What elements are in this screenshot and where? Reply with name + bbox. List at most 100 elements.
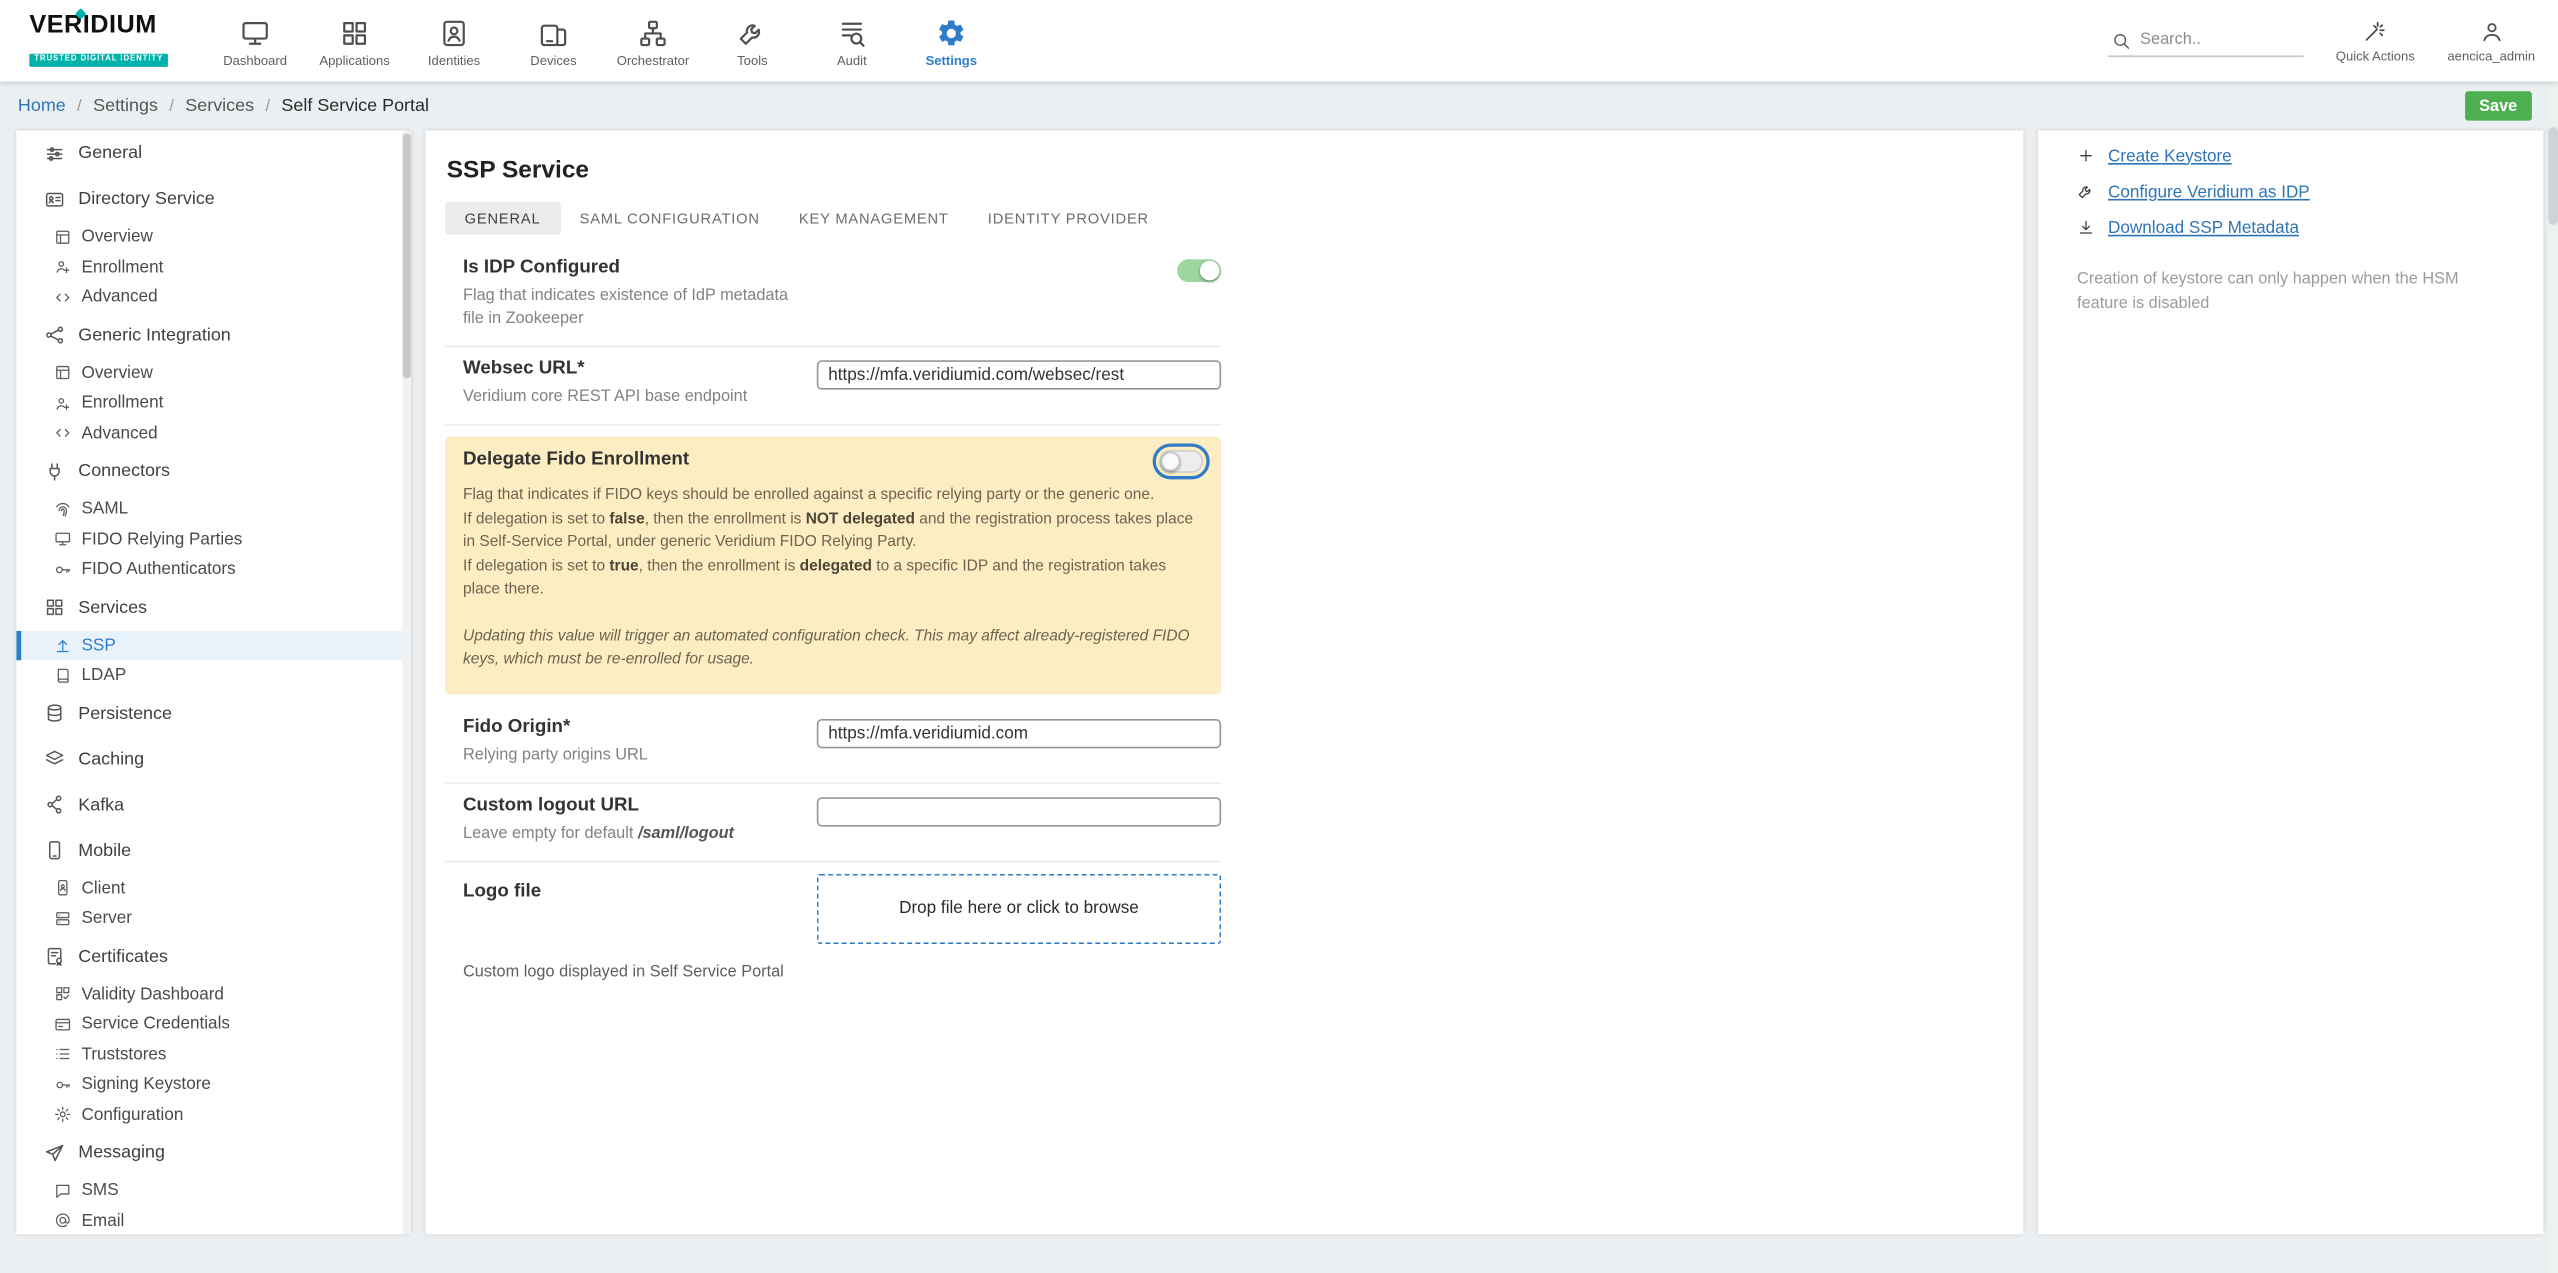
nav-item-devices[interactable]: Devices: [504, 14, 603, 68]
page-scrollbar[interactable]: [2548, 82, 2558, 1273]
user-icon: [2479, 19, 2503, 43]
breadcrumb-item-settings[interactable]: Settings: [93, 96, 158, 116]
nav-item-tools[interactable]: Tools: [703, 14, 802, 68]
sidebar-item-label: Kafka: [78, 795, 124, 815]
sidebar-item-label: Enrollment: [82, 393, 164, 413]
sidebar-item-sms[interactable]: SMS: [16, 1175, 411, 1205]
saml-icon: [54, 500, 72, 518]
code-icon: [54, 424, 72, 442]
server-icon: [54, 909, 72, 927]
sidebar-item-services[interactable]: Services: [16, 584, 411, 630]
websec-url-input[interactable]: [817, 360, 1221, 389]
sidebar-item-fido-authenticators[interactable]: FIDO Authenticators: [16, 554, 411, 584]
field-text: Logo file: [463, 873, 817, 943]
sidebar-item-enrollment[interactable]: Enrollment: [16, 388, 411, 418]
sidebar-item-configuration[interactable]: Configuration: [16, 1100, 411, 1130]
sidebar-item-connectors[interactable]: Connectors: [16, 448, 411, 494]
content-area: GeneralDirectory ServiceOverviewEnrollme…: [16, 130, 2543, 1234]
nav-item-identities[interactable]: Identities: [404, 14, 503, 68]
id-card-icon: [44, 188, 65, 209]
caching-icon: [44, 748, 65, 769]
sidebar-item-label: FIDO Relying Parties: [82, 529, 243, 549]
sidebar-item-persistence[interactable]: Persistence: [16, 690, 411, 736]
idp-configured-label: Is IDP Configured: [463, 258, 800, 278]
navbar-right-cluster: Quick Actions aencica_admin: [2108, 19, 2536, 63]
field-delegate-fido-enrollment: Delegate Fido Enrollment Flag that indic…: [445, 437, 1221, 694]
custom-logout-input[interactable]: [817, 796, 1221, 825]
sidebar-item-label: Services: [78, 598, 147, 618]
sidebar-item-kafka[interactable]: Kafka: [16, 782, 411, 828]
nav-item-label: Audit: [837, 53, 867, 68]
action-create-keystore[interactable]: Create Keystore: [2077, 143, 2504, 167]
sidebar-item-advanced[interactable]: Advanced: [16, 418, 411, 448]
nav-item-audit[interactable]: Audit: [802, 14, 901, 68]
delegate-fido-toggle[interactable]: [1159, 450, 1203, 473]
configuration-icon: [54, 1106, 72, 1124]
sidebar-item-label: Caching: [78, 749, 144, 769]
field-custom-logout-url: Custom logout URL Leave empty for defaul…: [445, 783, 1221, 861]
sidebar-item-label: Server: [82, 909, 132, 929]
nav-item-settings[interactable]: Settings: [902, 14, 1001, 68]
sidebar-item-truststores[interactable]: Truststores: [16, 1039, 411, 1069]
nav-item-orchestrator[interactable]: Orchestrator: [603, 14, 702, 68]
main-panel: SSP Service GENERALSAML CONFIGURATIONKEY…: [426, 130, 2024, 1234]
sidebar-item-saml[interactable]: SAML: [16, 494, 411, 524]
sidebar-item-fido-relying-parties[interactable]: FIDO Relying Parties: [16, 524, 411, 554]
sidebar-item-certificates[interactable]: Certificates: [16, 933, 411, 979]
sidebar-scrollbar[interactable]: [403, 130, 411, 1234]
sidebar-item-signing-keystore[interactable]: Signing Keystore: [16, 1069, 411, 1099]
action-configure-veridium-as-idp[interactable]: Configure Veridium as IDP: [2077, 179, 2504, 203]
sidebar-item-label: Mobile: [78, 840, 131, 860]
sidebar-item-caching[interactable]: Caching: [16, 736, 411, 782]
sidebar-item-ssp[interactable]: SSP: [16, 630, 411, 660]
idp-configured-toggle[interactable]: [1177, 259, 1221, 282]
nav-item-applications[interactable]: Applications: [305, 14, 404, 68]
action-download-ssp-metadata[interactable]: Download SSP Metadata: [2077, 215, 2504, 239]
sidebar-item-generic-integration[interactable]: Generic Integration: [16, 312, 411, 358]
tab-saml-configuration[interactable]: SAML CONFIGURATION: [560, 202, 779, 235]
mobile-icon: [44, 840, 65, 861]
wand-icon: [2363, 19, 2387, 43]
download-icon: [2077, 218, 2095, 236]
breadcrumb-item-home[interactable]: Home: [18, 96, 66, 116]
delegate-fido-description: Flag that indicates if FIDO keys should …: [463, 484, 1203, 602]
quick-actions-button[interactable]: Quick Actions: [2336, 19, 2415, 63]
settings-sidebar: GeneralDirectory ServiceOverviewEnrollme…: [16, 130, 411, 1234]
sidebar-item-enrollment[interactable]: Enrollment: [16, 252, 411, 282]
tab-general[interactable]: GENERAL: [445, 202, 560, 235]
breadcrumb-item-services[interactable]: Services: [185, 96, 254, 116]
page-scrollbar-thumb[interactable]: [2548, 127, 2558, 225]
veridium-logo[interactable]: VERIDIUM TRUSTED DIGITAL IDENTITY: [29, 13, 192, 68]
truststores-icon: [54, 1045, 72, 1063]
sidebar-item-general[interactable]: General: [16, 130, 411, 176]
validity-icon: [54, 985, 72, 1003]
field-is-idp-configured: Is IDP Configured Flag that indicates ex…: [445, 246, 1221, 347]
save-button[interactable]: Save: [2464, 91, 2531, 120]
brand-tagline: TRUSTED DIGITAL IDENTITY: [29, 53, 168, 66]
tab-key-management[interactable]: KEY MANAGEMENT: [779, 202, 968, 235]
sidebar-item-label: Advanced: [82, 287, 158, 307]
credentials-icon: [54, 1015, 72, 1033]
sidebar-item-mobile[interactable]: Mobile: [16, 827, 411, 873]
field-control: Drop file here or click to browse: [817, 873, 1221, 943]
fido-origin-input[interactable]: [817, 718, 1221, 747]
sidebar-item-directory-service[interactable]: Directory Service: [16, 176, 411, 222]
sidebar-item-server[interactable]: Server: [16, 903, 411, 933]
tab-identity-provider[interactable]: IDENTITY PROVIDER: [968, 202, 1168, 235]
nav-item-dashboard[interactable]: Dashboard: [205, 14, 304, 68]
overview-icon: [54, 228, 72, 246]
sidebar-item-validity-dashboard[interactable]: Validity Dashboard: [16, 979, 411, 1009]
user-menu[interactable]: aencica_admin: [2447, 19, 2535, 63]
sidebar-scrollbar-thumb[interactable]: [403, 134, 411, 379]
sidebar-item-advanced[interactable]: Advanced: [16, 282, 411, 312]
sidebar-item-overview[interactable]: Overview: [16, 358, 411, 388]
tabs: GENERALSAML CONFIGURATIONKEY MANAGEMENTI…: [445, 202, 2004, 235]
sidebar-item-email[interactable]: Email: [16, 1206, 411, 1235]
sidebar-item-overview[interactable]: Overview: [16, 222, 411, 252]
logo-dropzone[interactable]: Drop file here or click to browse: [817, 873, 1221, 943]
sidebar-item-ldap[interactable]: LDAP: [16, 660, 411, 690]
search-input[interactable]: [2140, 31, 2300, 49]
sidebar-item-client[interactable]: Client: [16, 873, 411, 903]
sidebar-item-service-credentials[interactable]: Service Credentials: [16, 1009, 411, 1039]
sidebar-item-messaging[interactable]: Messaging: [16, 1130, 411, 1176]
